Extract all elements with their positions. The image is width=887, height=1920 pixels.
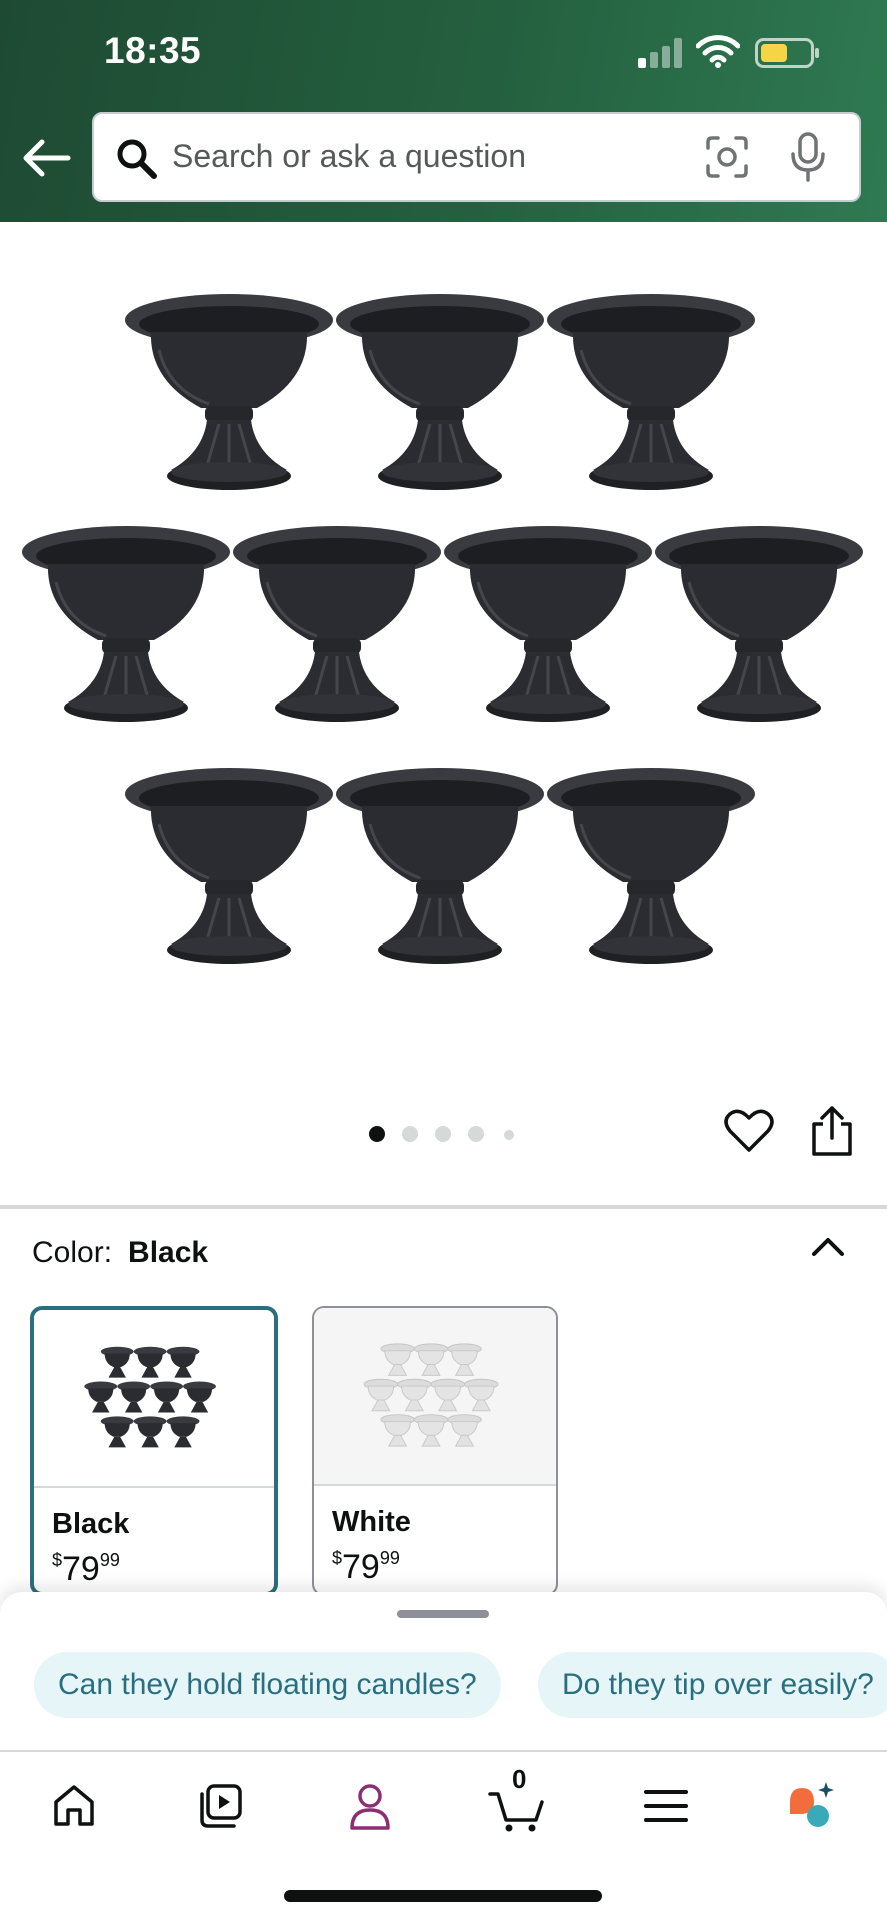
- suggestion-chip[interactable]: Do they tip over easily?: [538, 1652, 887, 1718]
- menu-icon[interactable]: [638, 1778, 694, 1834]
- search-placeholder: Search or ask a question: [172, 138, 526, 174]
- wifi-icon: [696, 35, 740, 68]
- suggestion-chip[interactable]: Can they hold floating candles?: [34, 1652, 501, 1718]
- status-time: 18:35: [104, 30, 202, 71]
- swatch-separator: [34, 1486, 274, 1488]
- suggestions-sheet: Can they hold floating candles? Do they …: [0, 1592, 887, 1750]
- urn-row-1: [123, 292, 757, 492]
- color-option-white[interactable]: White $7999: [312, 1306, 558, 1596]
- section-divider: [0, 1205, 887, 1209]
- pager-dot[interactable]: [504, 1130, 514, 1140]
- account-icon[interactable]: [342, 1778, 398, 1834]
- video-icon[interactable]: [194, 1778, 250, 1834]
- color-label: Color: Black: [32, 1236, 208, 1270]
- swatch-name: Black: [52, 1508, 130, 1540]
- urn-row-3: [123, 766, 757, 966]
- urn-row-2: [20, 524, 865, 724]
- swatch-separator: [314, 1484, 556, 1486]
- color-label-prefix: Color:: [32, 1236, 113, 1269]
- share-icon[interactable]: [808, 1104, 856, 1158]
- search-input[interactable]: Search or ask a question: [92, 112, 861, 202]
- home-indicator: [284, 1890, 602, 1902]
- pager-dot[interactable]: [402, 1126, 418, 1142]
- swatch-name: White: [332, 1506, 411, 1538]
- color-option-black[interactable]: Black $7999: [30, 1306, 278, 1596]
- back-arrow-icon[interactable]: [20, 136, 72, 180]
- swatch-price: $7999: [52, 1550, 120, 1588]
- home-icon[interactable]: [46, 1778, 102, 1834]
- battery-icon: [755, 38, 819, 68]
- white-swatch-image: [314, 1308, 556, 1484]
- swatch-price: $7999: [332, 1548, 400, 1586]
- pager-dot[interactable]: [369, 1126, 385, 1142]
- heart-icon[interactable]: [724, 1106, 774, 1156]
- cart-count: 0: [512, 1764, 527, 1794]
- app-header: 18:35 Search or ask a question: [0, 0, 887, 222]
- chevron-up-icon[interactable]: [808, 1232, 848, 1262]
- search-icon: [117, 139, 157, 179]
- pager-dot[interactable]: [435, 1126, 451, 1142]
- assistant-icon[interactable]: [782, 1778, 838, 1834]
- image-pager[interactable]: [360, 1122, 520, 1146]
- microphone-icon[interactable]: [790, 132, 826, 182]
- sheet-grabber-handle[interactable]: [397, 1610, 489, 1618]
- camera-search-icon[interactable]: [704, 134, 750, 180]
- cellular-signal-icon: [638, 38, 682, 68]
- product-image[interactable]: [0, 222, 887, 1082]
- pager-dot[interactable]: [468, 1126, 484, 1142]
- selected-color: Black: [128, 1236, 209, 1269]
- black-swatch-image: [84, 1346, 216, 1448]
